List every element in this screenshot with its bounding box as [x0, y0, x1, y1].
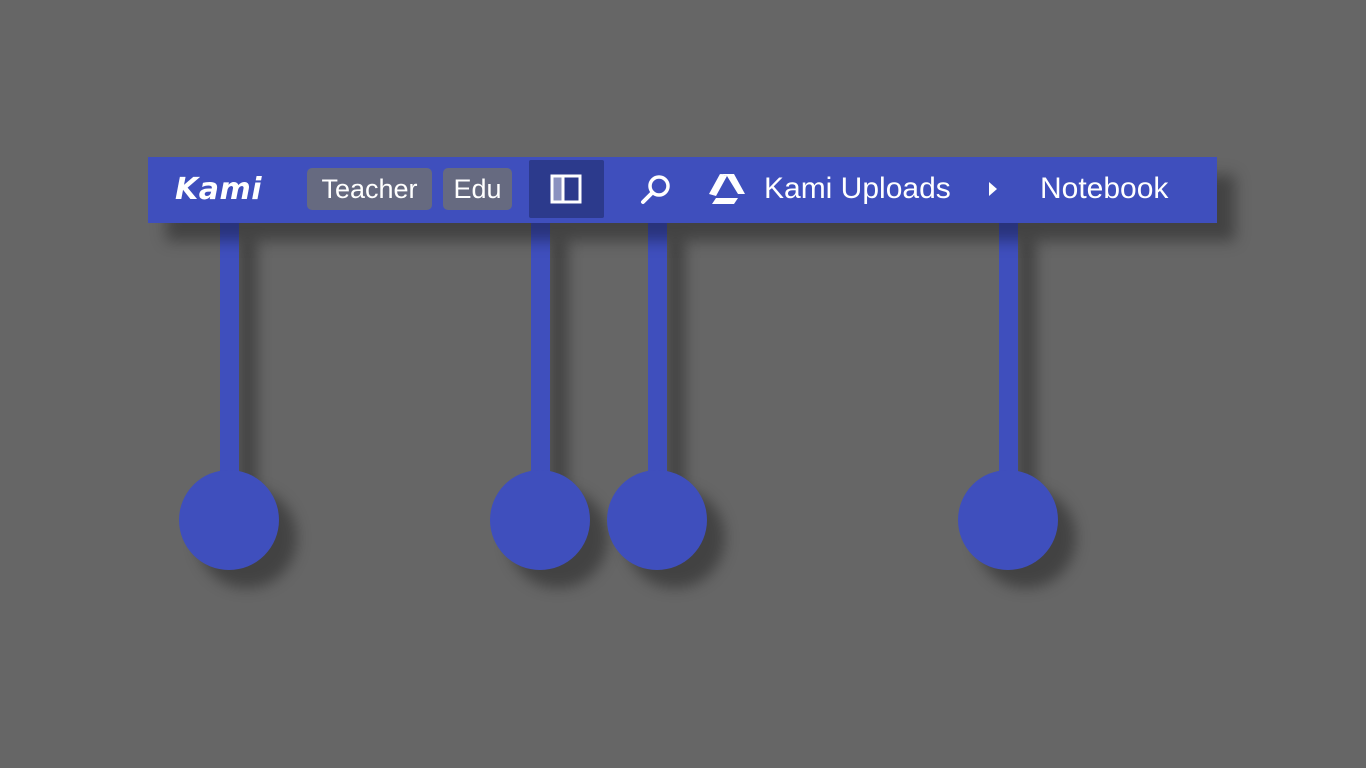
callout-stem-sidebar-toggle	[531, 222, 550, 482]
callout-stem-document-title	[999, 222, 1018, 482]
edu-badge: Edu	[443, 168, 512, 210]
callout-stem-logo	[220, 222, 239, 482]
stage: Kami Teacher Edu Kami Uploads Notebook	[0, 0, 1366, 768]
teacher-badge: Teacher	[307, 168, 432, 210]
callout-dot-search	[607, 470, 707, 570]
document-title[interactable]: Notebook	[1040, 168, 1168, 210]
kami-logo[interactable]: Kami	[175, 170, 262, 210]
google-drive-icon	[708, 172, 746, 206]
sidebar-toggle-button[interactable]	[529, 160, 604, 218]
callout-dot-sidebar-toggle	[490, 470, 590, 570]
callout-dot-document-title	[958, 470, 1058, 570]
search-icon	[641, 175, 670, 204]
breadcrumb-folder[interactable]: Kami Uploads	[764, 168, 951, 210]
callout-dot-logo	[179, 470, 279, 570]
sidebar-panel-icon	[550, 174, 582, 204]
chevron-right-icon	[986, 178, 1000, 200]
search-button[interactable]	[638, 172, 674, 208]
callout-stem-search	[648, 222, 667, 482]
